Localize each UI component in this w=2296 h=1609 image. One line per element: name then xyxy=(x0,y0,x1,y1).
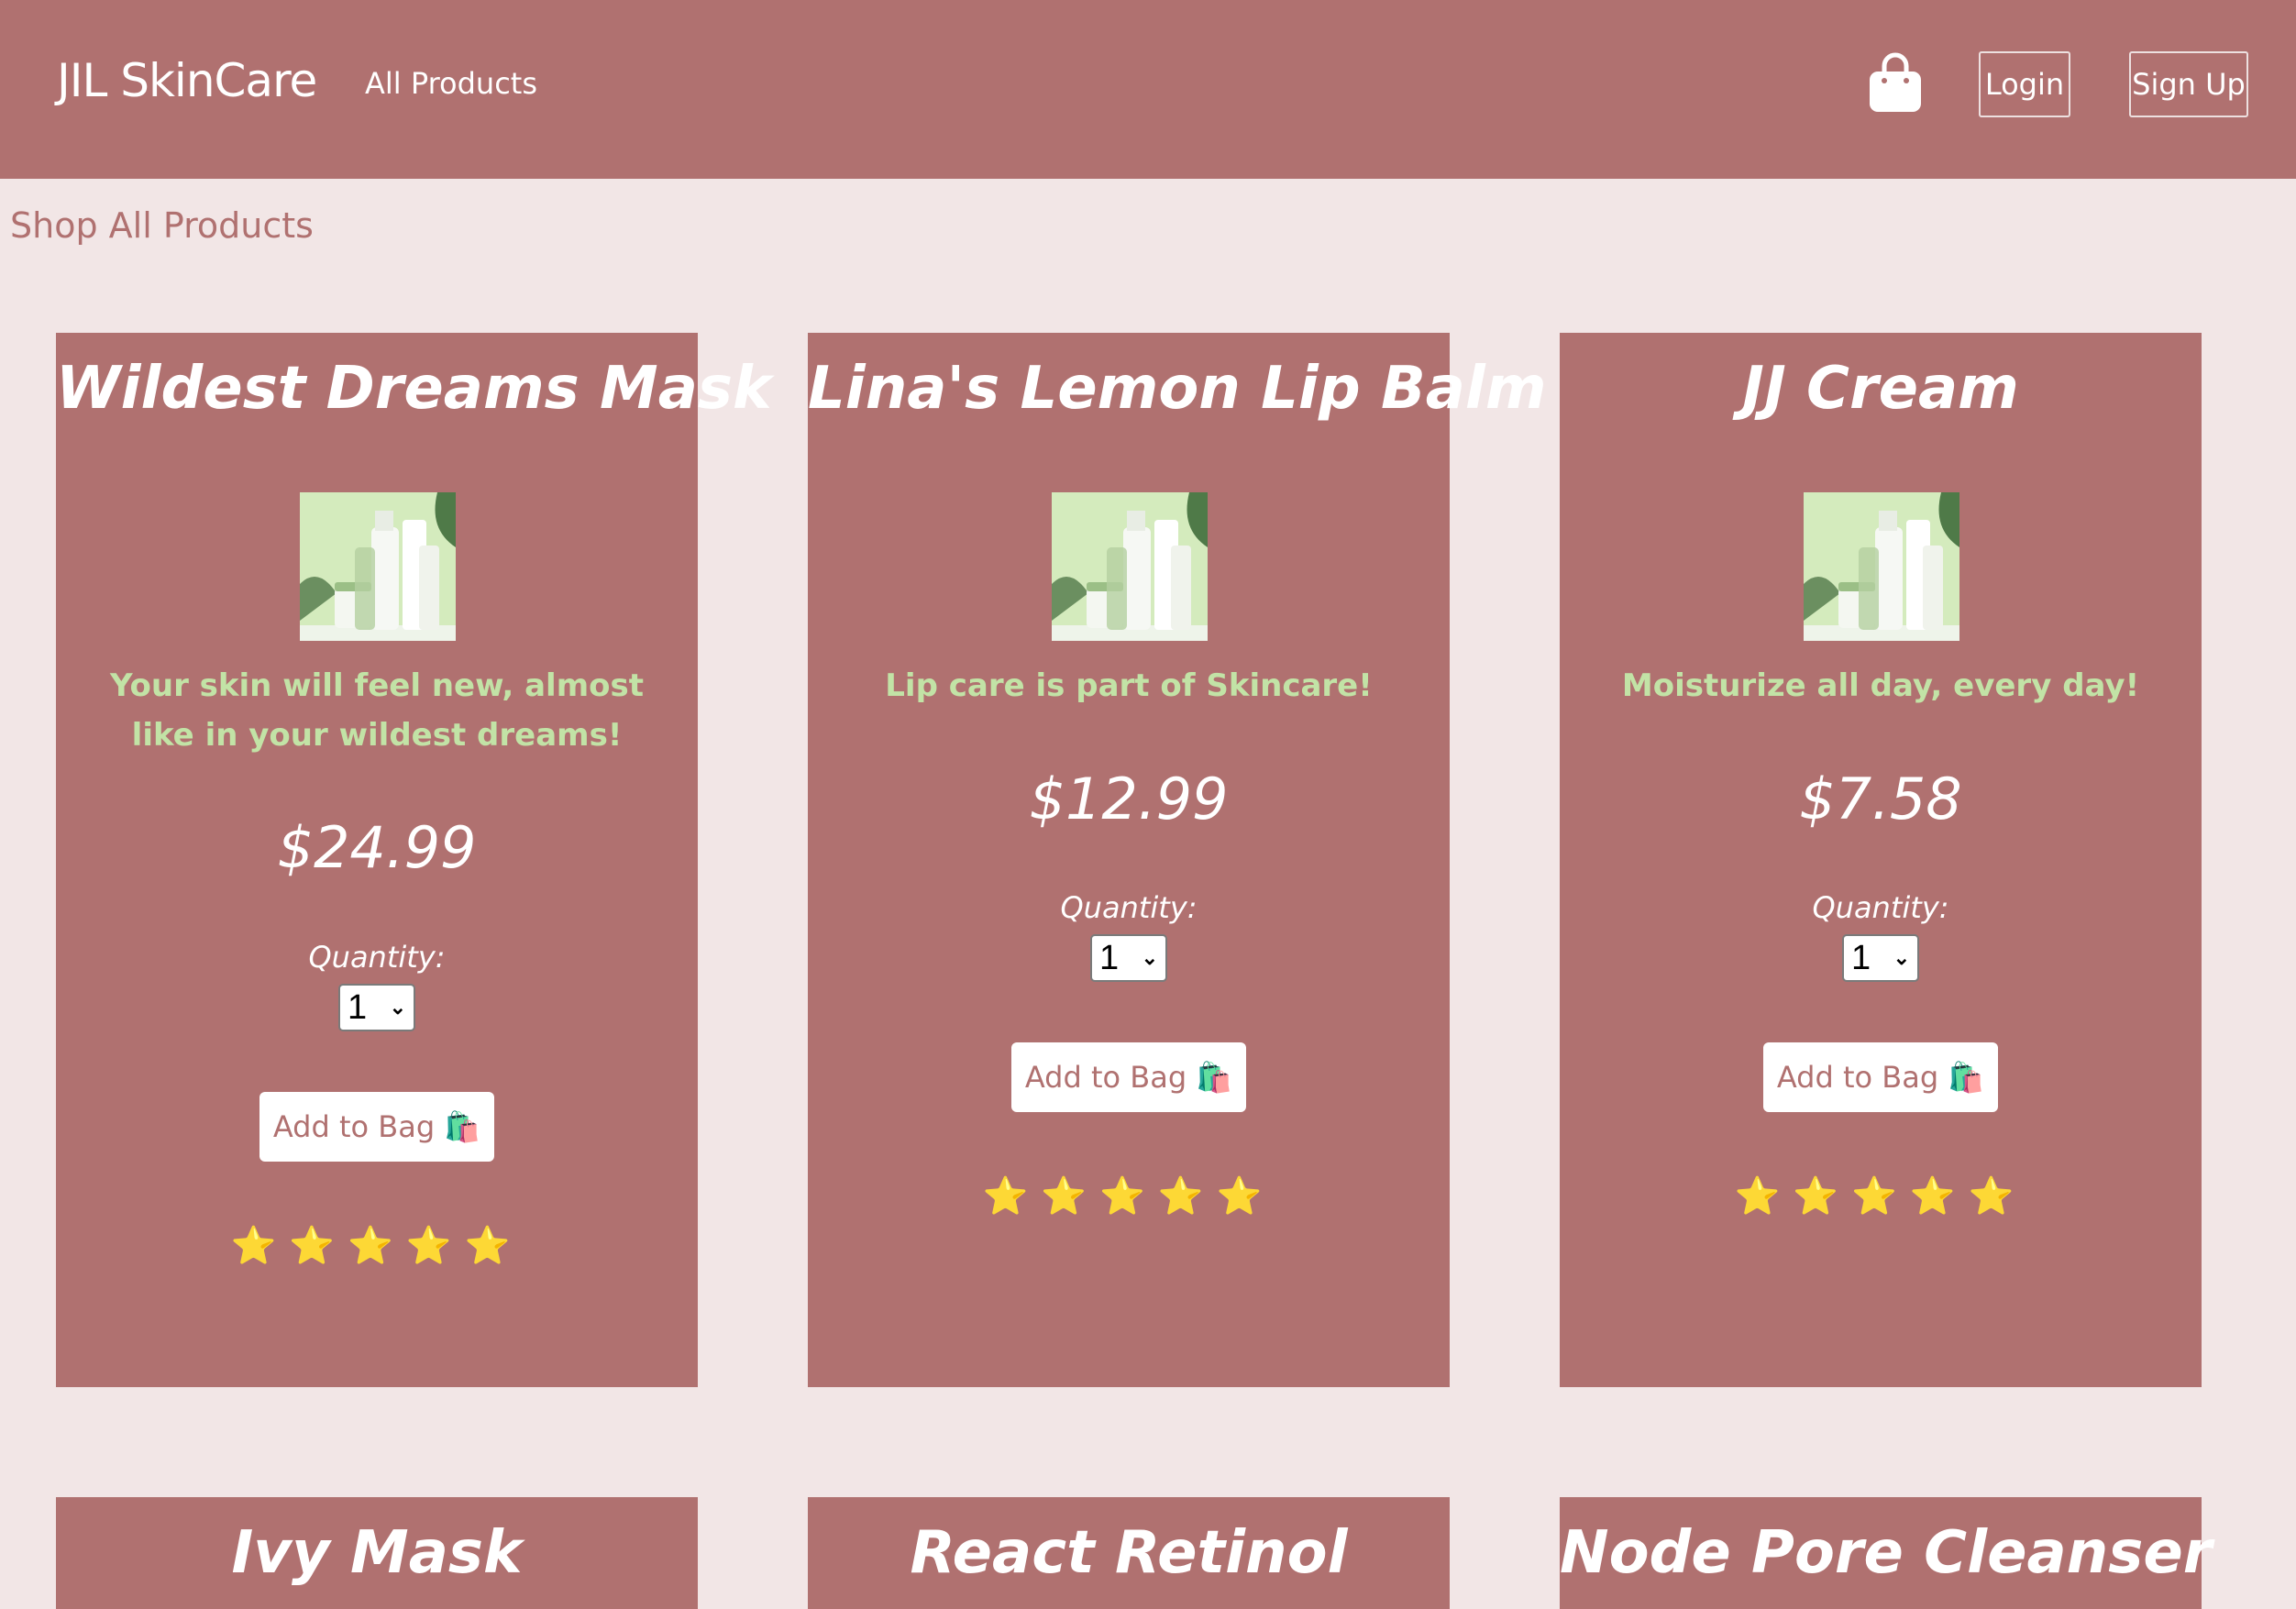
product-card: Lina's Lemon Lip Balm Lip care is part o… xyxy=(808,333,1547,1387)
product-price: $7.58 xyxy=(1799,766,1962,832)
navbar: JIL SkinCare All Products Login Sign Up xyxy=(0,0,2296,179)
product-name: JJ Cream xyxy=(1742,355,2019,423)
product-image xyxy=(1804,492,1959,641)
product-image xyxy=(1052,492,1208,641)
nav-link-all-products[interactable]: All Products xyxy=(365,66,537,101)
add-to-bag-button[interactable]: Add to Bag 🛍️ xyxy=(1763,1042,1998,1112)
product-card: React Retinol xyxy=(808,1497,1450,1609)
product-name: Lina's Lemon Lip Balm xyxy=(808,355,1547,423)
quantity-value: 1 xyxy=(1099,939,1120,977)
brand-logo[interactable]: JIL SkinCare xyxy=(57,53,317,108)
product-description: Moisturize all day, every day! xyxy=(1621,667,2140,704)
product-name: React Retinol xyxy=(910,1519,1348,1587)
product-card: Node Pore Cleanser xyxy=(1560,1497,2213,1609)
quantity-select[interactable]: 1 ⌄ xyxy=(1842,934,1919,982)
product-description: Your skin will feel new, almost like in … xyxy=(110,667,644,754)
login-button[interactable]: Login xyxy=(1979,51,2070,117)
product-card: JJ Cream Moisturize all day, every day! … xyxy=(1560,333,2202,1387)
star-rating: ⭐⭐⭐⭐⭐ xyxy=(982,1175,1275,1218)
chevron-down-icon: ⌄ xyxy=(1141,946,1158,969)
page-title: Shop All Products xyxy=(10,205,314,246)
product-name: Ivy Mask xyxy=(231,1519,523,1587)
quantity-value: 1 xyxy=(348,988,368,1027)
product-name: Wildest Dreams Mask xyxy=(56,355,772,423)
product-price: $12.99 xyxy=(1029,766,1229,832)
quantity-value: 1 xyxy=(1851,939,1871,977)
add-to-bag-button[interactable]: Add to Bag 🛍️ xyxy=(1011,1042,1246,1112)
quantity-label: Quantity: xyxy=(308,940,446,975)
chevron-down-icon: ⌄ xyxy=(389,996,406,1019)
signup-button[interactable]: Sign Up xyxy=(2129,51,2248,117)
product-name: Node Pore Cleanser xyxy=(1560,1519,2213,1587)
shopping-bag-icon[interactable] xyxy=(1867,51,1924,114)
quantity-label: Quantity: xyxy=(1812,890,1949,925)
product-card: Wildest Dreams Mask Your skin will feel … xyxy=(56,333,772,1387)
quantity-select[interactable]: 1 ⌄ xyxy=(338,984,415,1031)
product-price: $24.99 xyxy=(277,814,477,881)
add-to-bag-button[interactable]: Add to Bag 🛍️ xyxy=(259,1092,494,1162)
chevron-down-icon: ⌄ xyxy=(1893,946,1910,969)
star-rating: ⭐⭐⭐⭐⭐ xyxy=(1734,1175,2027,1218)
quantity-select[interactable]: 1 ⌄ xyxy=(1090,934,1167,982)
product-description: Lip care is part of Skincare! xyxy=(885,667,1373,704)
star-rating: ⭐⭐⭐⭐⭐ xyxy=(230,1225,524,1267)
product-image xyxy=(300,492,456,641)
product-card: Ivy Mask xyxy=(56,1497,698,1609)
quantity-label: Quantity: xyxy=(1060,890,1198,925)
